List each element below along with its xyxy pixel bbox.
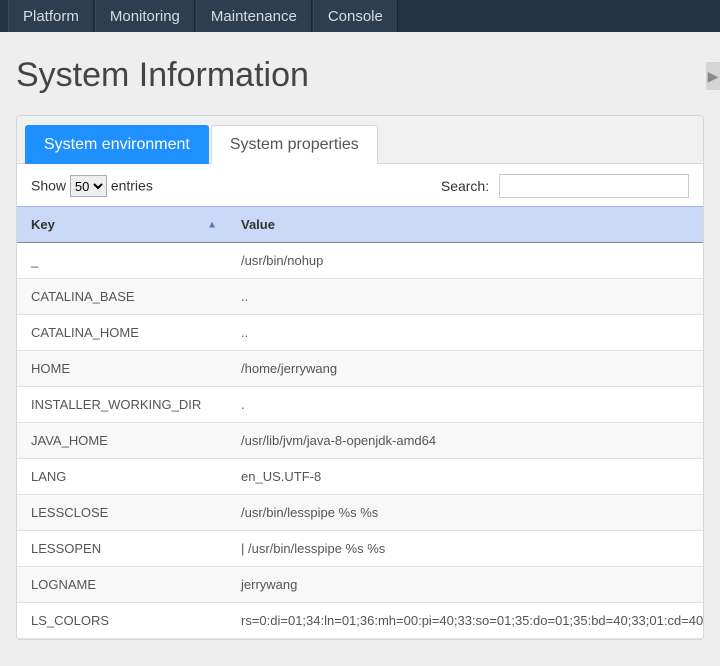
env-key: LESSOPEN: [17, 531, 227, 567]
tab-system-environment[interactable]: System environment: [25, 125, 209, 164]
env-value: ..: [227, 315, 703, 351]
env-key: LESSCLOSE: [17, 495, 227, 531]
env-key: HOME: [17, 351, 227, 387]
nav-monitoring[interactable]: Monitoring: [95, 0, 195, 32]
table-controls: Show 50 entries Search:: [17, 164, 703, 206]
table-row: INSTALLER_WORKING_DIR.: [17, 387, 703, 423]
scroll-right-icon[interactable]: ▶: [706, 62, 720, 90]
env-key: LANG: [17, 459, 227, 495]
env-value: | /usr/bin/lesspipe %s %s: [227, 531, 703, 567]
table-row: HOME/home/jerrywang: [17, 351, 703, 387]
env-key: _: [17, 243, 227, 279]
table-row: CATALINA_HOME..: [17, 315, 703, 351]
env-value: /usr/bin/lesspipe %s %s: [227, 495, 703, 531]
env-value: /usr/bin/nohup: [227, 243, 703, 279]
env-key: JAVA_HOME: [17, 423, 227, 459]
nav-platform[interactable]: Platform: [8, 0, 94, 32]
col-header-key-label: Key: [31, 217, 55, 232]
nav-maintenance[interactable]: Maintenance: [196, 0, 312, 32]
table-row: LANGen_US.UTF-8: [17, 459, 703, 495]
entries-label: entries: [111, 178, 153, 194]
search-input[interactable]: [499, 174, 689, 198]
table-row: CATALINA_BASE..: [17, 279, 703, 315]
env-table: Key ▲ Value _/usr/bin/nohupCATALINA_BASE…: [17, 206, 703, 639]
search-label: Search:: [441, 178, 489, 194]
env-value: /usr/lib/jvm/java-8-openjdk-amd64: [227, 423, 703, 459]
env-key: CATALINA_BASE: [17, 279, 227, 315]
env-value: jerrywang: [227, 567, 703, 603]
env-key: INSTALLER_WORKING_DIR: [17, 387, 227, 423]
page-title: System Information: [16, 56, 720, 95]
env-value: ..: [227, 279, 703, 315]
env-value: /home/jerrywang: [227, 351, 703, 387]
env-key: LOGNAME: [17, 567, 227, 603]
table-row: LESSOPEN| /usr/bin/lesspipe %s %s: [17, 531, 703, 567]
col-header-value-label: Value: [241, 217, 275, 232]
table-row: _/usr/bin/nohup: [17, 243, 703, 279]
top-nav: Platform Monitoring Maintenance Console: [0, 0, 720, 32]
system-info-panel: System environment System properties Sho…: [16, 115, 704, 640]
table-row: LOGNAMEjerrywang: [17, 567, 703, 603]
tab-system-properties[interactable]: System properties: [211, 125, 378, 164]
tab-bar: System environment System properties: [17, 116, 703, 164]
table-row: LS_COLORSrs=0:di=01;34:ln=01;36:mh=00:pi…: [17, 603, 703, 639]
env-key: LS_COLORS: [17, 603, 227, 639]
col-header-value[interactable]: Value: [227, 207, 703, 243]
nav-console[interactable]: Console: [313, 0, 398, 32]
table-row: JAVA_HOME/usr/lib/jvm/java-8-openjdk-amd…: [17, 423, 703, 459]
col-header-key[interactable]: Key ▲: [17, 207, 227, 243]
entries-select[interactable]: 50: [70, 175, 107, 197]
search-box: Search:: [441, 174, 689, 198]
table-row: LESSCLOSE/usr/bin/lesspipe %s %s: [17, 495, 703, 531]
env-key: CATALINA_HOME: [17, 315, 227, 351]
show-label: Show: [31, 178, 66, 194]
env-value: .: [227, 387, 703, 423]
sort-asc-icon: ▲: [207, 219, 217, 230]
length-menu: Show 50 entries: [31, 175, 153, 197]
env-value: en_US.UTF-8: [227, 459, 703, 495]
env-value: rs=0:di=01;34:ln=01;36:mh=00:pi=40;33:so…: [227, 603, 703, 639]
